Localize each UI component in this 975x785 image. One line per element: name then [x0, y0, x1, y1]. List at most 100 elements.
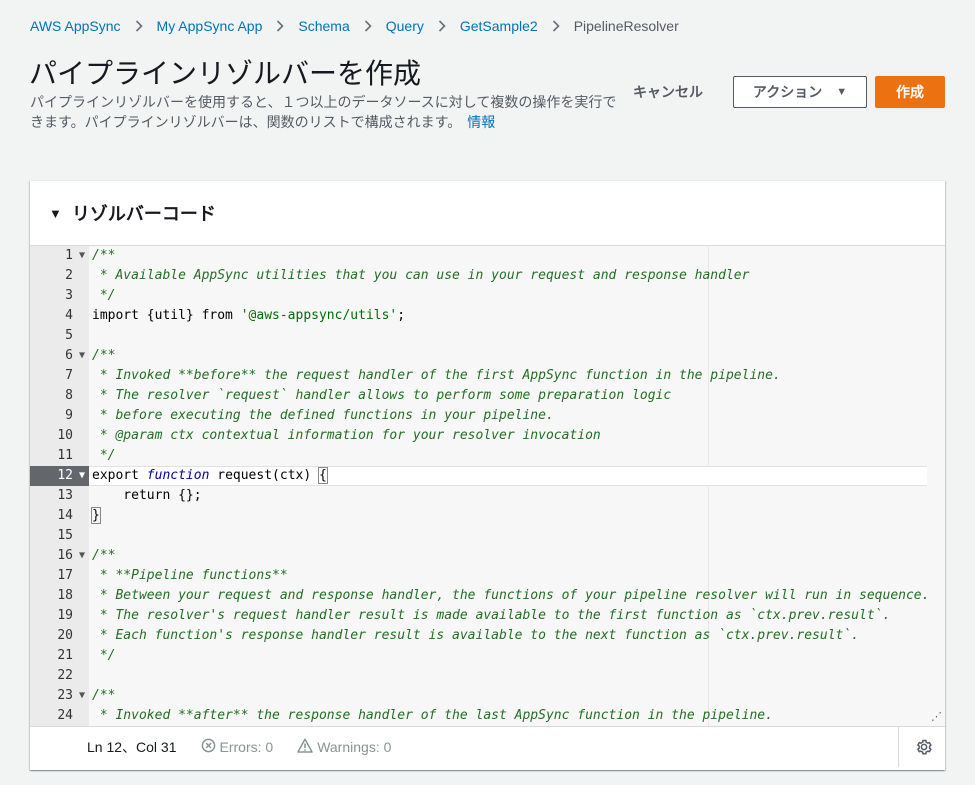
code-text: /** — [92, 548, 116, 563]
warnings-status[interactable]: Warnings: 0 — [297, 738, 391, 756]
editor-status-bar: Ln 12、Col 31 Errors: 0 Warnings: 0 — [30, 727, 945, 767]
line-number: 4 — [65, 308, 73, 323]
page-description: パイプラインリゾルバーを使用すると、１つ以上のデータソースに対して複数の操作を実… — [30, 92, 620, 132]
caret-down-icon: ▼ — [836, 86, 848, 98]
line-number: 21 — [57, 648, 73, 663]
line-number: 14 — [57, 508, 73, 523]
line-number: 5 — [65, 328, 73, 343]
triangle-down-icon: ▼ — [49, 205, 62, 221]
line-number: 15 — [57, 528, 73, 543]
breadcrumb-link-schema[interactable]: Schema — [298, 18, 349, 34]
line-number: 13 — [57, 488, 73, 503]
gear-icon[interactable] — [914, 737, 934, 757]
breadcrumb-current: PipelineResolver — [573, 18, 679, 34]
code-text: * Each function's response handler resul… — [92, 628, 860, 643]
code-text: */ — [92, 288, 116, 303]
code-line[interactable]: 11 */ — [30, 446, 945, 466]
cursor-position: Ln 12、Col 31 — [87, 739, 177, 755]
line-number: 19 — [57, 608, 73, 623]
line-number: 11 — [57, 448, 73, 463]
code-line[interactable]: 9 * before executing the defined functio… — [30, 406, 945, 426]
code-line[interactable]: 21 */ — [30, 646, 945, 666]
line-number: 2 — [65, 268, 73, 283]
line-number: 22 — [57, 668, 73, 683]
line-number: 8 — [65, 388, 73, 403]
line-number: 17 — [57, 568, 73, 583]
create-button[interactable]: 作成 — [875, 76, 945, 108]
code-line[interactable]: 18 * Between your request and response h… — [30, 586, 945, 606]
actions-dropdown-button[interactable]: アクション ▼ — [733, 76, 867, 108]
code-text: */ — [92, 648, 116, 663]
code-text: * **Pipeline functions** — [92, 568, 288, 583]
info-link[interactable]: 情報 — [467, 114, 495, 130]
description-text: パイプラインリゾルバーを使用すると、１つ以上のデータソースに対して複数の操作を実… — [30, 94, 617, 130]
code-text: * Between your request and response hand… — [92, 588, 930, 603]
errors-status[interactable]: Errors: 0 — [201, 738, 274, 756]
line-number: 3 — [65, 288, 73, 303]
code-text: * The resolver `request` handler allows … — [92, 388, 672, 403]
code-text: * Invoked **before** the request handler… — [92, 368, 781, 383]
code-text: * Available AppSync utilities that you c… — [92, 268, 750, 283]
code-line[interactable]: 16 ▼/** — [30, 546, 945, 566]
code-line[interactable]: 8 * The resolver `request` handler allow… — [30, 386, 945, 406]
breadcrumb-link-getsample2[interactable]: GetSample2 — [460, 18, 538, 34]
code-line[interactable]: 17 * **Pipeline functions** — [30, 566, 945, 586]
code-text: * The resolver's request handler result … — [92, 608, 891, 623]
chevron-right-icon — [538, 20, 574, 32]
code-line[interactable]: 20 * Each function's response handler re… — [30, 626, 945, 646]
code-lines: 1 ▼/** 2 * Available AppSync utilities th… — [30, 246, 945, 726]
code-line[interactable]: 23 ▼/** — [30, 686, 945, 706]
fold-toggle-icon[interactable]: ▼ — [76, 686, 88, 706]
warnings-count: Warnings: 0 — [317, 739, 392, 755]
breadcrumb-link-query[interactable]: Query — [386, 18, 424, 34]
code-line[interactable]: 7 * Invoked **before** the request handl… — [30, 366, 945, 386]
code-text: export function request(ctx) { — [92, 467, 328, 484]
line-number: 7 — [65, 368, 73, 383]
chevron-right-icon — [262, 20, 298, 32]
code-line[interactable]: 2 * Available AppSync utilities that you… — [30, 266, 945, 286]
code-line[interactable]: 10 * @param ctx contextual information f… — [30, 426, 945, 446]
resolver-code-panel: ▼ リゾルバーコード 1 ▼/** 2 * Available AppSync u… — [30, 180, 945, 770]
x-circle-icon — [201, 738, 216, 756]
panel-header-toggle[interactable]: ▼ リゾルバーコード — [30, 181, 945, 245]
code-line[interactable]: 19 * The resolver's request handler resu… — [30, 606, 945, 626]
line-number: 10 — [57, 428, 73, 443]
code-text: /** — [92, 248, 116, 263]
fold-toggle-icon[interactable]: ▼ — [76, 546, 88, 566]
breadcrumb-link-app[interactable]: My AppSync App — [157, 18, 263, 34]
chevron-right-icon — [350, 20, 386, 32]
line-number: 9 — [65, 408, 73, 423]
code-text: * before executing the defined functions… — [92, 408, 554, 423]
code-editor[interactable]: 1 ▼/** 2 * Available AppSync utilities th… — [30, 245, 945, 727]
panel-title: リゾルバーコード — [71, 204, 216, 224]
cancel-button[interactable]: キャンセル — [618, 77, 718, 107]
code-text: return {}; — [92, 488, 202, 503]
line-number: 20 — [57, 628, 73, 643]
code-line[interactable]: 12 ▼ export function request(ctx) { — [30, 466, 945, 486]
chevron-right-icon — [424, 20, 460, 32]
code-text: } — [91, 507, 101, 524]
fold-toggle-icon[interactable]: ▼ — [76, 246, 88, 266]
code-text: * Invoked **after** the response handler… — [92, 708, 773, 723]
fold-toggle-icon[interactable]: ▼ — [76, 346, 88, 366]
breadcrumb-link-appsync[interactable]: AWS AppSync — [30, 18, 121, 34]
code-line[interactable]: 14} — [30, 506, 945, 526]
resize-handle-icon[interactable]: ⋰ — [931, 711, 942, 722]
code-line[interactable]: 22 — [30, 666, 945, 686]
code-line[interactable]: 4 import {util} from '@aws-appsync/utils'… — [30, 306, 945, 326]
status-divider — [898, 727, 899, 767]
code-text: import {util} from '@aws-appsync/utils'; — [92, 308, 406, 323]
breadcrumb: AWS AppSync My AppSync App Schema Query … — [30, 16, 679, 36]
errors-count: Errors: 0 — [219, 739, 274, 755]
fold-toggle-icon[interactable]: ▼ — [76, 466, 88, 486]
page-title: パイプラインリゾルバーを作成 — [29, 58, 422, 89]
code-line[interactable]: 6 ▼/** — [30, 346, 945, 366]
code-line[interactable]: 13 return {}; — [30, 486, 945, 506]
code-line[interactable]: 15 — [30, 526, 945, 546]
code-line[interactable]: 5 — [30, 326, 945, 346]
code-line[interactable]: 24 * Invoked **after** the response hand… — [30, 706, 945, 726]
code-line[interactable]: 3 */ — [30, 286, 945, 306]
chevron-right-icon — [121, 20, 157, 32]
code-text: */ — [92, 448, 116, 463]
code-line[interactable]: 1 ▼/** — [30, 246, 945, 266]
